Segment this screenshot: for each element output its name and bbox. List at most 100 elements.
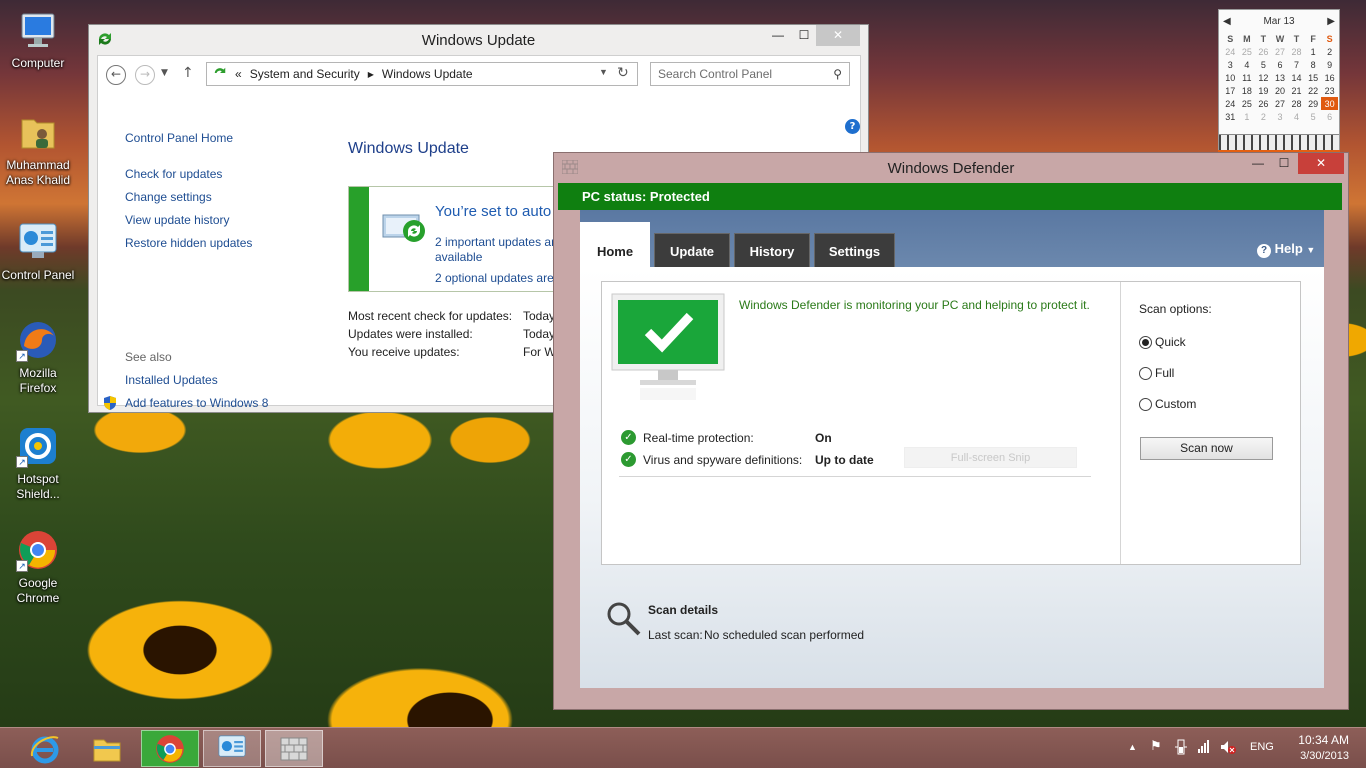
calendar-day[interactable]: 2 <box>1255 110 1272 123</box>
calendar-day[interactable]: 11 <box>1239 71 1256 84</box>
important-updates-link-cont[interactable]: available <box>435 250 482 264</box>
power-icon[interactable] <box>1174 739 1188 758</box>
address-dropdown-icon[interactable]: ▼ <box>599 67 608 77</box>
calendar-day[interactable]: 9 <box>1321 58 1338 71</box>
calendar-day[interactable]: 3 <box>1272 110 1289 123</box>
taskbar-internet-explorer[interactable] <box>16 730 74 767</box>
add-features-link[interactable]: Add features to Windows 8 <box>125 396 268 410</box>
calendar-day[interactable]: 23 <box>1321 84 1338 97</box>
minimize-button[interactable]: — <box>1244 153 1272 174</box>
calendar-day[interactable]: 4 <box>1239 58 1256 71</box>
search-input[interactable]: Search Control Panel ⚲ <box>650 62 850 86</box>
search-icon[interactable]: ⚲ <box>833 63 842 85</box>
custom-scan-radio[interactable] <box>1139 398 1152 411</box>
back-arrow-icon[interactable]: ← <box>106 65 126 85</box>
important-updates-link[interactable]: 2 important updates ar <box>435 235 555 249</box>
show-hidden-icons-chevron[interactable]: ▲ <box>1128 742 1137 752</box>
maximize-button[interactable]: ☐ <box>790 25 818 46</box>
calendar-day[interactable]: 17 <box>1222 84 1239 97</box>
full-scan-label[interactable]: Full <box>1155 366 1174 380</box>
calendar-day[interactable]: 25 <box>1239 97 1256 110</box>
tab-home[interactable]: Home <box>580 222 650 269</box>
calendar-day[interactable]: 1 <box>1239 110 1256 123</box>
windows-defender-titlebar[interactable]: Windows Defender — ☐ ✕ <box>554 153 1348 183</box>
view-update-history-link[interactable]: View update history <box>125 213 230 227</box>
calendar-day[interactable]: 20 <box>1272 84 1289 97</box>
minimize-button[interactable]: — <box>764 25 792 46</box>
calendar-day[interactable]: 12 <box>1255 71 1272 84</box>
maximize-button[interactable]: ☐ <box>1270 153 1298 174</box>
windows-update-titlebar[interactable]: Windows Update — ☐ ✕ <box>89 25 868 55</box>
up-arrow-icon[interactable]: ↑ <box>182 65 194 81</box>
calendar-day[interactable]: 26 <box>1255 45 1272 58</box>
installed-updates-link[interactable]: Installed Updates <box>125 373 218 387</box>
tab-update[interactable]: Update <box>654 233 730 269</box>
help-menu[interactable]: ? Help ▼ <box>1257 241 1315 258</box>
calendar-day[interactable]: 1 <box>1305 45 1322 58</box>
calendar-day[interactable]: 24 <box>1222 97 1239 110</box>
scan-now-button[interactable]: Scan now <box>1140 437 1273 460</box>
taskbar-windows-defender[interactable] <box>265 730 323 767</box>
calendar-day[interactable]: 15 <box>1305 71 1322 84</box>
taskbar-control-panel[interactable] <box>203 730 261 767</box>
calendar-day[interactable]: 19 <box>1255 84 1272 97</box>
calendar-day[interactable]: 28 <box>1288 97 1305 110</box>
input-language-indicator[interactable]: ENG <box>1250 741 1274 753</box>
action-center-flag-icon[interactable]: ⚑ <box>1150 738 1162 754</box>
custom-scan-label[interactable]: Custom <box>1155 397 1196 411</box>
help-icon[interactable]: ? <box>845 119 860 134</box>
close-button[interactable]: ✕ <box>1298 153 1344 174</box>
change-settings-link[interactable]: Change settings <box>125 190 212 204</box>
windows-defender-window[interactable]: Windows Defender — ☐ ✕ PC status: Protec… <box>553 152 1349 710</box>
desktop-icon-user-folder[interactable]: Muhammad Anas Khalid <box>0 110 76 188</box>
calendar-day[interactable]: 21 <box>1288 84 1305 97</box>
calendar-day[interactable]: 27 <box>1272 97 1289 110</box>
full-scan-radio[interactable] <box>1139 367 1152 380</box>
calendar-day[interactable]: 27 <box>1272 45 1289 58</box>
calendar-day[interactable]: 18 <box>1239 84 1256 97</box>
calendar-prev-icon[interactable]: ◀ <box>1223 16 1231 27</box>
calendar-day[interactable]: 22 <box>1305 84 1322 97</box>
close-button[interactable]: ✕ <box>816 25 860 46</box>
address-bar[interactable]: « System and Security ▶ Windows Update ▼… <box>206 62 638 86</box>
desktop-icon-computer[interactable]: Computer <box>0 8 76 71</box>
desktop-icon-hotspot-shield[interactable]: ↗ Hotspot Shield... <box>0 424 76 502</box>
calendar-day[interactable]: 10 <box>1222 71 1239 84</box>
calendar-day[interactable]: 24 <box>1222 45 1239 58</box>
forward-arrow-icon[interactable]: → <box>135 65 155 85</box>
breadcrumb-windows-update[interactable]: Windows Update <box>382 67 473 81</box>
calendar-day[interactable]: 26 <box>1255 97 1272 110</box>
quick-scan-radio[interactable] <box>1139 336 1152 349</box>
desktop-icon-control-panel[interactable]: Control Panel <box>0 220 76 283</box>
recent-pages-chevron-icon[interactable]: ▼ <box>161 68 168 78</box>
tab-settings[interactable]: Settings <box>814 233 895 269</box>
quick-scan-label[interactable]: Quick <box>1155 335 1186 349</box>
calendar-day[interactable]: 28 <box>1288 45 1305 58</box>
network-signal-icon[interactable] <box>1198 739 1212 756</box>
calendar-day[interactable]: 29 <box>1305 97 1322 110</box>
calendar-day[interactable]: 6 <box>1272 58 1289 71</box>
control-panel-home-link[interactable]: Control Panel Home <box>125 131 233 145</box>
calendar-next-icon[interactable]: ▶ <box>1327 16 1335 27</box>
desktop-icon-chrome[interactable]: ↗ Google Chrome <box>0 528 76 606</box>
calendar-day[interactable]: 16 <box>1321 71 1338 84</box>
optional-updates-link[interactable]: 2 optional updates are <box>435 271 554 285</box>
refresh-icon[interactable]: ↻ <box>617 64 629 81</box>
calendar-day[interactable]: 25 <box>1239 45 1256 58</box>
taskbar-clock[interactable]: 10:34 AM 3/30/2013 <box>1283 733 1349 762</box>
desktop-icon-firefox[interactable]: ↗ Mozilla Firefox <box>0 318 76 396</box>
calendar-day[interactable]: 30 <box>1321 97 1338 110</box>
calendar-day[interactable]: 5 <box>1305 110 1322 123</box>
calendar-gadget[interactable]: ◀ Mar 13 ▶ SMTWTFS 24 25 26 27 28 1 2 3 4 5 6 7 8 9 10… <box>1218 9 1340 158</box>
restore-hidden-updates-link[interactable]: Restore hidden updates <box>125 236 252 250</box>
calendar-day[interactable]: 14 <box>1288 71 1305 84</box>
calendar-day[interactable]: 8 <box>1305 58 1322 71</box>
calendar-day[interactable]: 7 <box>1288 58 1305 71</box>
volume-muted-icon[interactable] <box>1220 739 1236 758</box>
taskbar-google-chrome[interactable] <box>141 730 199 767</box>
calendar-day[interactable]: 31 <box>1222 110 1239 123</box>
breadcrumb-system-security[interactable]: System and Security <box>250 67 360 81</box>
taskbar-file-explorer[interactable] <box>78 730 136 767</box>
tab-history[interactable]: History <box>734 233 810 269</box>
calendar-day[interactable]: 13 <box>1272 71 1289 84</box>
